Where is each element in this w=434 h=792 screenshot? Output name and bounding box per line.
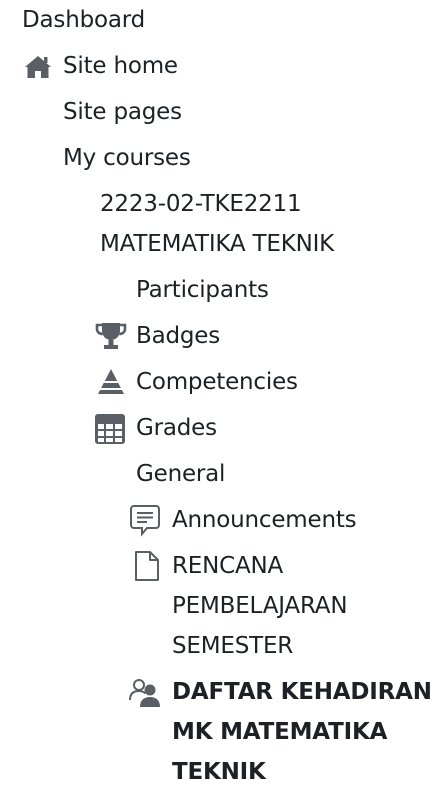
attendance-line-1: DAFTAR KEHADIRAN (172, 679, 432, 705)
course-code: 2223-02-TKE2211 (100, 191, 302, 217)
nav-site-home[interactable]: Site home (63, 46, 178, 86)
nav-announcements[interactable]: Announcements (172, 500, 357, 540)
grades-table-icon (93, 412, 127, 446)
file-icon (130, 549, 164, 583)
nav-rps[interactable]: RENCANA PEMBELAJARAN SEMESTER (172, 546, 348, 666)
rps-line-3: SEMESTER (172, 633, 294, 659)
attendance-icon (128, 675, 162, 709)
nav-course[interactable]: 2223-02-TKE2211 MATEMATIKA TEKNIK (100, 184, 334, 264)
nav-my-courses[interactable]: My courses (63, 138, 191, 178)
rps-line-1: RENCANA (172, 553, 284, 579)
course-name: MATEMATIKA TEKNIK (100, 231, 335, 257)
rps-line-2: PEMBELAJARAN (172, 593, 348, 619)
nav-participants[interactable]: Participants (136, 270, 269, 310)
nav-attendance[interactable]: DAFTAR KEHADIRAN MK MATEMATIKA TEKNIK (172, 672, 432, 792)
navigation-tree: Dashboard Site home Site pages My course… (0, 0, 434, 785)
nav-badges[interactable]: Badges (136, 316, 220, 356)
trophy-icon (94, 319, 128, 353)
attendance-line-2: MK MATEMATIKA (172, 719, 388, 745)
forum-icon (128, 504, 162, 538)
home-icon (21, 49, 55, 83)
nav-competencies[interactable]: Competencies (136, 362, 298, 402)
nav-section-general[interactable]: General (136, 454, 225, 494)
nav-dashboard[interactable]: Dashboard (22, 0, 145, 40)
competencies-icon (94, 365, 128, 399)
nav-grades[interactable]: Grades (136, 408, 217, 448)
attendance-line-3: TEKNIK (172, 759, 266, 785)
nav-site-pages[interactable]: Site pages (63, 92, 182, 132)
